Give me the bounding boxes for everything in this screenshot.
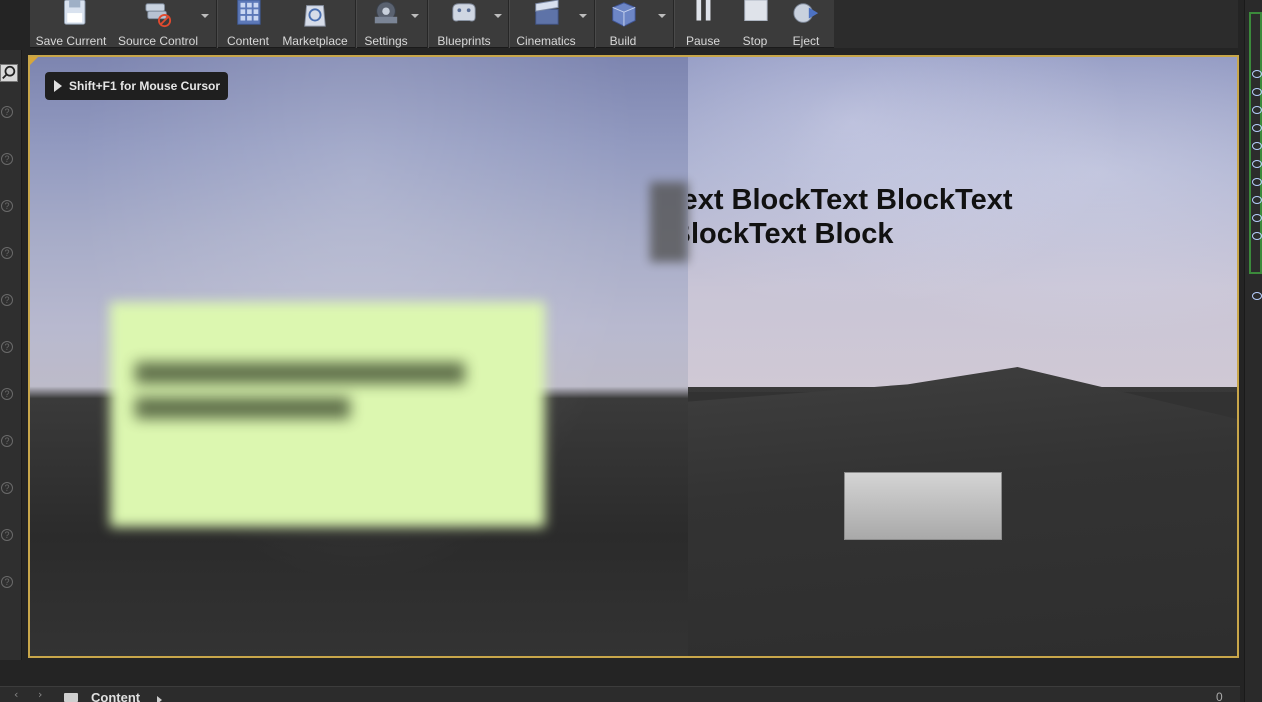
visibility-eye-icon[interactable] — [1252, 142, 1262, 150]
toolbar-separator — [508, 0, 510, 48]
visibility-eye-icon[interactable] — [1252, 214, 1262, 222]
help-icon[interactable]: ? — [1, 482, 13, 494]
blurred-text-line — [135, 397, 350, 419]
visibility-eye-icon[interactable] — [1252, 88, 1262, 96]
source-control-label: Source Control — [117, 34, 199, 48]
toolbar-separator — [216, 0, 218, 48]
visibility-eye-icon[interactable] — [1252, 124, 1262, 132]
toolbar-separator — [673, 0, 675, 48]
help-icon[interactable]: ? — [1, 200, 13, 212]
marketplace-bag-icon — [304, 5, 326, 27]
blurred-text-line — [135, 362, 465, 384]
eject-label: Eject — [792, 34, 820, 48]
pause-label: Pause — [685, 34, 721, 48]
blueprints-label: Blueprints — [437, 34, 491, 48]
save-current-button[interactable]: Save Current — [36, 0, 106, 48]
floppy-disk-icon — [64, 0, 86, 25]
eject-button[interactable]: Eject — [786, 0, 826, 48]
visibility-eye-icon[interactable] — [1252, 70, 1262, 78]
blueprint-gamepad-icon — [452, 3, 476, 22]
visibility-eye-icon[interactable] — [1252, 178, 1262, 186]
visibility-eye-icon[interactable] — [1252, 292, 1262, 300]
path-caret-icon[interactable] — [157, 696, 162, 702]
content-label: Content — [226, 34, 270, 48]
item-count: 0 — [1216, 690, 1223, 702]
help-icon[interactable]: ? — [1, 529, 13, 541]
forward-arrow-icon[interactable]: › — [38, 688, 42, 701]
help-icon[interactable]: ? — [1, 106, 13, 118]
text-block-line-2: BlockText Block — [688, 218, 894, 250]
toolbar-separator — [427, 0, 429, 48]
viewport-corner-marker — [30, 57, 38, 65]
folder-icon — [64, 693, 78, 702]
help-icon[interactable]: ? — [1, 435, 13, 447]
source-control-dropdown-icon[interactable] — [201, 14, 209, 18]
stop-icon — [744, 0, 768, 21]
visibility-eye-icon[interactable] — [1252, 196, 1262, 204]
clapperboard-icon — [535, 0, 559, 25]
build-dropdown-icon[interactable] — [658, 14, 666, 18]
content-grid-icon — [237, 0, 261, 25]
text-block-widget: Text BlockText BlockText BlockText Block — [688, 182, 1018, 262]
build-label: Build — [609, 34, 637, 48]
help-icon[interactable]: ? — [1, 153, 13, 165]
settings-gear-icon — [374, 1, 398, 24]
content-browser-bar — [0, 686, 1240, 702]
blueprints-button[interactable]: Blueprints — [433, 0, 495, 48]
cursor-arrow-icon — [54, 80, 62, 92]
build-button[interactable]: Build — [602, 0, 644, 48]
help-icon[interactable]: ? — [1, 294, 13, 306]
source-control-button[interactable]: Source Control — [116, 0, 200, 48]
settings-dropdown-icon[interactable] — [411, 14, 419, 18]
settings-label: Settings — [364, 34, 408, 48]
help-icon[interactable]: ? — [1, 247, 13, 259]
marketplace-button[interactable]: Marketplace — [280, 0, 350, 48]
pause-button[interactable]: Pause — [680, 0, 726, 48]
left-details-panel — [0, 50, 22, 660]
build-cube-icon — [612, 2, 636, 27]
save-current-label: Save Current — [35, 34, 107, 48]
stop-label: Stop — [742, 34, 768, 48]
toolbar-separator — [355, 0, 357, 48]
pause-icon — [696, 0, 711, 21]
help-icon[interactable]: ? — [1, 388, 13, 400]
main-toolbar: Save Current Source Control Content Mark… — [30, 0, 834, 48]
blurred-edge — [650, 182, 688, 262]
toolbar-separator — [594, 0, 596, 48]
help-icon[interactable]: ? — [1, 341, 13, 353]
text-block-line-1: Text BlockText BlockText — [688, 184, 1013, 216]
cinematics-dropdown-icon[interactable] — [579, 14, 587, 18]
visibility-eye-icon[interactable] — [1252, 160, 1262, 168]
visibility-eye-icon[interactable] — [1252, 232, 1262, 240]
mouse-cursor-hint: Shift+F1 for Mouse Cursor — [45, 72, 229, 100]
hint-text: Shift+F1 for Mouse Cursor — [69, 79, 221, 93]
cinematics-label: Cinematics — [516, 34, 576, 48]
content-path[interactable]: Content — [91, 690, 140, 702]
editor-window: Save Current Source Control Content Mark… — [0, 0, 1262, 702]
search-icon[interactable] — [0, 64, 18, 82]
stop-button[interactable]: Stop — [735, 0, 775, 48]
back-arrow-icon[interactable]: ‹ — [14, 688, 18, 701]
settings-button[interactable]: Settings — [363, 0, 409, 48]
toolbar-empty-area — [834, 0, 1238, 48]
help-icon[interactable]: ? — [1, 576, 13, 588]
magnifier-icon — [2, 65, 16, 79]
game-viewport[interactable]: Text BlockText BlockText BlockText Block… — [28, 55, 1239, 658]
cinematics-button[interactable]: Cinematics — [514, 0, 578, 48]
marketplace-label: Marketplace — [282, 34, 348, 48]
source-control-icon — [145, 3, 172, 28]
eject-icon — [793, 3, 819, 23]
blueprints-dropdown-icon[interactable] — [494, 14, 502, 18]
umg-button[interactable] — [844, 472, 1002, 540]
content-button[interactable]: Content — [223, 0, 273, 48]
visibility-eye-icon[interactable] — [1252, 106, 1262, 114]
